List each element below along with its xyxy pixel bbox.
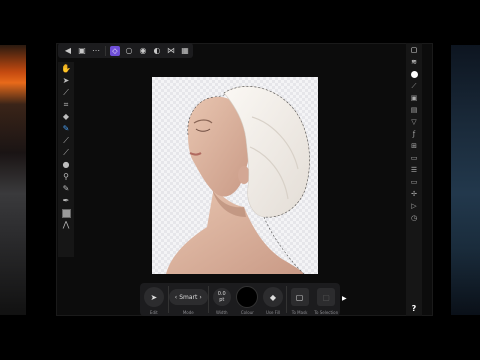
edit-label: Edit [149, 310, 158, 315]
edit-arrow-icon[interactable]: ➤ [143, 287, 164, 307]
clone-icon[interactable]: ⚲ [60, 172, 72, 182]
liquify-persona-icon[interactable]: ○ [124, 46, 134, 56]
mode-selector[interactable]: ‹ Smart › [168, 289, 208, 305]
mode-value: Smart [179, 293, 198, 301]
width-group[interactable]: 0.0 pt Width [209, 283, 235, 316]
use-fill-label: Use Fill [265, 310, 281, 315]
studio-panel: ▢ ≋ ⟋ ▣ ▤ ▽ ƒ ⊞ ▭ ☰ ▭ ✢ ▷ ◷ ? [406, 43, 422, 316]
mode-group[interactable]: ‹ Smart › Mode [168, 283, 208, 316]
layers-icon[interactable]: ≋ [408, 58, 420, 67]
portrait-cutout [166, 86, 310, 274]
macro-icon[interactable]: ✢ [408, 190, 420, 199]
history-icon[interactable]: ⊞ [408, 142, 420, 151]
to-selection-icon[interactable]: ▢ [317, 288, 336, 306]
context-toolbar: ➤ Edit ‹ Smart › Mode 0.0 pt Width Colou… [140, 283, 340, 316]
info-icon[interactable]: ▷ [408, 202, 420, 211]
hand-icon[interactable]: ✋ [60, 64, 72, 74]
rectangle-icon[interactable] [60, 208, 72, 218]
edit-group[interactable]: ➤ Edit [140, 283, 168, 316]
gallery-icon[interactable]: ▣ [77, 46, 87, 56]
navigator-icon[interactable]: ƒ [408, 130, 420, 139]
width-unit: pt [219, 297, 225, 303]
brush-icon[interactable]: ⟋ [408, 82, 420, 91]
snapping-icon[interactable]: ◷ [408, 214, 420, 223]
swatches-icon[interactable]: ▭ [408, 154, 420, 163]
mode-label: Mode [182, 310, 194, 315]
fx-icon[interactable]: ▽ [408, 118, 420, 127]
more-icon[interactable]: ⋯ [91, 46, 101, 56]
move-icon[interactable]: ➤ [60, 76, 72, 86]
adjustments-icon[interactable]: ▣ [408, 94, 420, 103]
use-fill-icon[interactable]: ◆ [262, 287, 283, 307]
more-arrow-icon[interactable]: ▶ [342, 295, 347, 302]
document-canvas[interactable] [152, 77, 318, 274]
toolbar-divider [105, 45, 106, 56]
healing-icon[interactable]: ⟋ [60, 148, 72, 158]
paint-brush-icon[interactable]: ⟋ [60, 136, 72, 146]
channels-icon[interactable]: ▤ [408, 106, 420, 115]
menu-icon[interactable]: ▢ [408, 46, 420, 55]
top-toolbar: ◀ ▣ ⋯ ◇ ○ ◉ ◐ ⋈ ▦ [58, 43, 193, 58]
stage: ◀ ▣ ⋯ ◇ ○ ◉ ◐ ⋈ ▦ ✋ ➤ ⟋ ⌗ ◆ ✎ ⟋ ⟋ ● ⚲ ✎ … [0, 0, 480, 360]
width-label: Width [215, 310, 228, 315]
crop-icon[interactable]: ⌗ [60, 100, 72, 110]
colour-dot [410, 71, 418, 78]
transform-icon[interactable]: ▭ [408, 178, 420, 187]
colour-group[interactable]: Colour [235, 283, 261, 316]
to-mask-group[interactable]: ▢ To Mask [287, 283, 313, 316]
width-value-button[interactable]: 0.0 pt [212, 288, 231, 306]
pen-icon[interactable]: ✒ [60, 196, 72, 206]
background-photo-right [451, 45, 480, 315]
to-mask-label: To Mask [291, 310, 308, 315]
use-fill-group[interactable]: ◆ Use Fill [260, 283, 286, 316]
colour-well[interactable] [236, 286, 259, 308]
back-icon[interactable]: ◀ [63, 46, 73, 56]
selection-brush-icon[interactable]: ✎ [60, 124, 72, 134]
tools-panel: ✋ ➤ ⟋ ⌗ ◆ ✎ ⟋ ⟋ ● ⚲ ✎ ✒ ⋀ [58, 62, 74, 257]
mode-right-chevron-icon: › [199, 293, 202, 301]
ear-shape [238, 166, 250, 184]
export-persona-icon[interactable]: ⋈ [166, 46, 176, 56]
colour-icon[interactable] [408, 70, 420, 79]
dodge-icon[interactable]: ● [60, 160, 72, 170]
color-picker-icon[interactable]: ⟋ [60, 88, 72, 98]
tone-mapping-persona-icon[interactable]: ◐ [152, 46, 162, 56]
colour-label: Colour [240, 310, 254, 315]
to-selection-label: To Selection [314, 310, 339, 315]
develop-persona-icon[interactable]: ◉ [138, 46, 148, 56]
to-mask-icon[interactable]: ▢ [290, 288, 309, 306]
flood-fill-icon[interactable]: ◆ [60, 112, 72, 122]
colour-swatch[interactable] [61, 208, 71, 218]
stock-icon[interactable]: ☰ [408, 166, 420, 175]
blur-icon[interactable]: ✎ [60, 184, 72, 194]
help-icon[interactable]: ? [406, 304, 422, 313]
node-icon[interactable]: ⋀ [60, 220, 72, 230]
background-photo-left [0, 45, 26, 315]
export-slices-icon[interactable]: ▦ [180, 46, 190, 56]
to-selection-group[interactable]: ▢ To Selection [312, 283, 340, 316]
photo-persona-icon[interactable]: ◇ [110, 45, 120, 56]
mode-left-chevron-icon: ‹ [174, 293, 178, 301]
